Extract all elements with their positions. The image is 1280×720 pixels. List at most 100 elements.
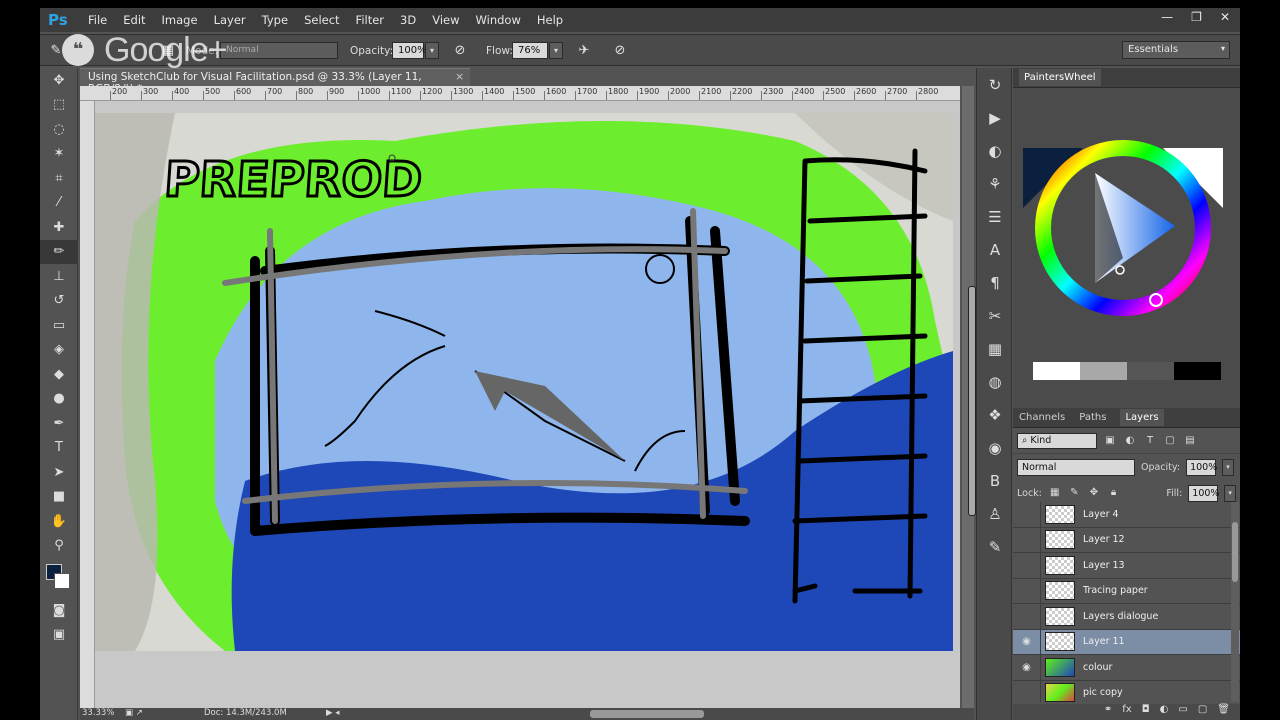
minimize-button[interactable]: — [1161, 10, 1173, 24]
visibility-toggle[interactable] [1013, 552, 1041, 578]
lock-transparent-icon[interactable]: ▦ [1048, 486, 1062, 500]
hand-tool-icon[interactable]: ✋ [40, 509, 78, 534]
speech-bubble-icon[interactable]: ✎ [977, 530, 1013, 563]
menu-image[interactable]: Image [154, 13, 206, 27]
menu-file[interactable]: File [80, 13, 115, 27]
layers-scrollbar[interactable] [1231, 502, 1239, 702]
restore-button[interactable]: ❐ [1191, 10, 1202, 24]
brush-presets-icon[interactable]: ⚘ [977, 167, 1013, 200]
adjustments-icon[interactable]: ◐ [977, 134, 1013, 167]
smart-object-filter-icon[interactable]: ▤ [1183, 434, 1197, 448]
layer-row[interactable]: Layers dialogue [1013, 603, 1240, 630]
history-icon[interactable]: ↻ [977, 68, 1013, 101]
layers-scroll-thumb[interactable] [1232, 522, 1238, 582]
airbrush-icon[interactable]: ✈ [576, 43, 592, 59]
path-selection-tool-icon[interactable]: ➤ [40, 460, 78, 485]
layer-row[interactable]: Layer 13 [1013, 552, 1240, 579]
blur-tool-icon[interactable]: ◆ [40, 362, 78, 387]
move-tool-icon[interactable]: ✥ [40, 68, 78, 93]
zoom-tool-icon[interactable]: ⚲ [40, 534, 78, 559]
layer-style-icon[interactable]: fx [1122, 704, 1131, 720]
menu-type[interactable]: Type [254, 13, 296, 27]
fill-field[interactable]: 100% [1188, 484, 1219, 502]
layer-opacity-dropdown[interactable]: ▾ [1222, 458, 1235, 476]
clone-stamp-tool-icon[interactable]: ⊥ [40, 264, 78, 289]
menu-select[interactable]: Select [296, 13, 347, 27]
blend-mode-select[interactable]: Normal [1017, 458, 1135, 476]
close-button[interactable]: ✕ [1220, 10, 1230, 24]
actions-icon[interactable]: ▶ [977, 101, 1013, 134]
zoom-level[interactable]: 33.33% [82, 708, 114, 718]
tab-layers[interactable]: Layers [1120, 409, 1164, 426]
type-filter-icon[interactable]: T [1143, 434, 1157, 448]
eye-icon[interactable]: ◉ [1013, 629, 1041, 655]
fill-dropdown[interactable]: ▾ [1224, 484, 1237, 502]
type-tool-icon[interactable]: T [40, 436, 78, 461]
eraser-tool-icon[interactable]: ▭ [40, 313, 78, 338]
menu-3d[interactable]: 3D [392, 13, 424, 27]
menu-edit[interactable]: Edit [115, 13, 153, 27]
opacity-field[interactable]: 100% [392, 42, 427, 59]
color-picker-handle[interactable] [1115, 265, 1125, 275]
dress-icon[interactable]: ♙ [977, 497, 1013, 530]
lock-all-icon[interactable]: 🔒︎ [1107, 486, 1121, 500]
layer-row[interactable]: ◉ colour [1013, 654, 1240, 681]
close-tab-icon[interactable]: × [455, 71, 464, 83]
clone-source-icon[interactable]: ✂ [977, 299, 1013, 332]
tab-painterswheel[interactable]: PaintersWheel [1019, 69, 1101, 86]
artwork[interactable]: PREPROD [95, 101, 960, 708]
visibility-toggle[interactable] [1013, 527, 1041, 553]
visibility-toggle[interactable] [1013, 578, 1041, 604]
link-layers-icon[interactable]: ⚭ [1104, 704, 1112, 720]
horizontal-scroll-thumb[interactable] [590, 710, 704, 718]
dodge-tool-icon[interactable]: ● [40, 387, 78, 412]
layer-row[interactable]: pic copy [1013, 680, 1240, 702]
tool-presets-icon[interactable]: ☰ [977, 200, 1013, 233]
lock-pixels-icon[interactable]: ✎ [1068, 486, 1082, 500]
menu-filter[interactable]: Filter [348, 13, 392, 27]
swatches-icon[interactable]: ▦ [977, 332, 1013, 365]
visibility-toggle[interactable] [1013, 603, 1041, 629]
swatch-black[interactable] [1174, 362, 1221, 380]
canvas[interactable]: PREPROD [95, 101, 960, 708]
shape-filter-icon[interactable]: ▢ [1163, 434, 1177, 448]
paint-bucket-tool-icon[interactable]: ◈ [40, 338, 78, 363]
navigator-icon[interactable]: ◍ [977, 365, 1013, 398]
plugin-icon[interactable]: ◉ [977, 431, 1013, 464]
vertical-scroll-thumb[interactable] [968, 286, 976, 516]
quick-mask-icon[interactable]: ◙ [40, 598, 78, 623]
tab-channels[interactable]: Channels [1019, 412, 1065, 423]
layer-row[interactable]: Layer 12 [1013, 527, 1240, 553]
workspace-select[interactable]: Essentials ▾ [1122, 41, 1230, 59]
visibility-toggle[interactable] [1013, 502, 1041, 527]
flow-dropdown[interactable]: ▾ [549, 42, 563, 59]
rectangle-tool-icon[interactable]: ■ [40, 485, 78, 510]
adjustment-filter-icon[interactable]: ◐ [1123, 434, 1137, 448]
background-color-swatch[interactable] [54, 573, 70, 589]
delete-layer-icon[interactable]: 🗑︎ [1217, 704, 1230, 720]
status-menu-icon[interactable]: ▶ ◂ [326, 708, 340, 718]
lasso-tool-icon[interactable]: ◌ [40, 117, 78, 142]
layer-row[interactable]: Tracing paper [1013, 578, 1240, 604]
new-group-icon[interactable]: ▭ [1178, 704, 1187, 720]
eyedropper-tool-icon[interactable]: ⁄ [40, 191, 78, 216]
character-icon[interactable]: A [977, 233, 1013, 266]
layer-filter-select[interactable]: ⌕ Kind [1017, 432, 1097, 449]
menu-view[interactable]: View [424, 13, 467, 27]
new-adjustment-icon[interactable]: ◐ [1160, 704, 1169, 720]
paragraph-icon[interactable]: ¶ [977, 266, 1013, 299]
swatch-white[interactable] [1033, 362, 1080, 380]
bold-plugin-icon[interactable]: B [977, 464, 1013, 497]
document-tab[interactable]: Using SketchClub for Visual Facilitation… [80, 68, 470, 95]
pressure-size-icon[interactable]: ⊘ [612, 43, 628, 59]
tab-paths[interactable]: Paths [1079, 412, 1106, 423]
lock-position-icon[interactable]: ✥ [1087, 486, 1101, 500]
menu-layer[interactable]: Layer [206, 13, 254, 27]
visibility-toggle[interactable] [1013, 680, 1041, 702]
brush-tool-icon[interactable]: ✏ [40, 239, 78, 264]
screen-mode-icon[interactable]: ▣ [40, 623, 78, 648]
crop-tool-icon[interactable]: ⌗ [40, 166, 78, 191]
pixel-filter-icon[interactable]: ▣ [1103, 434, 1117, 448]
new-layer-icon[interactable]: ▢ [1198, 704, 1207, 720]
magic-wand-tool-icon[interactable]: ✶ [40, 142, 78, 167]
